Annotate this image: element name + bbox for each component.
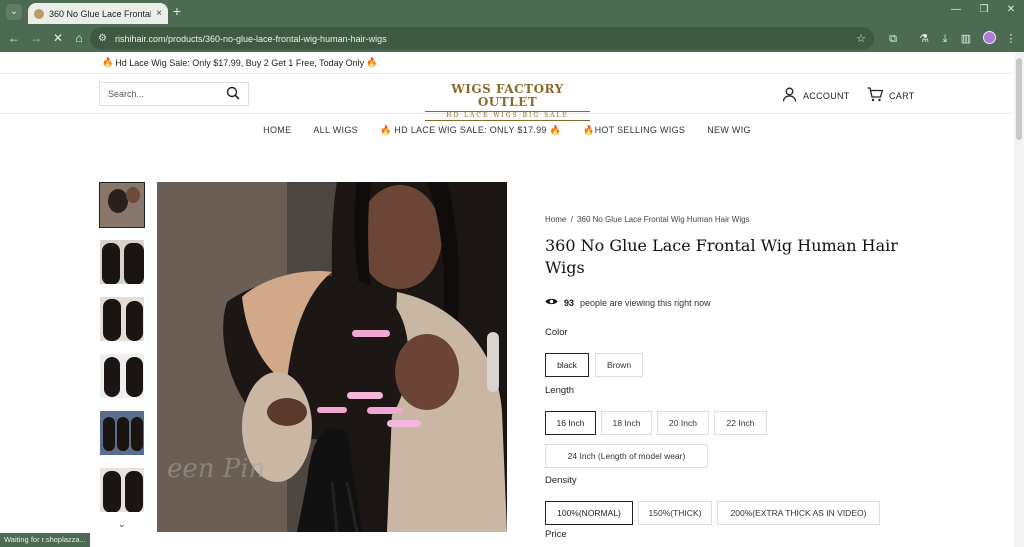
tab-title: 360 No Glue Lace Frontal Wig — [49, 8, 152, 19]
browser-tab-active[interactable]: 360 No Glue Lace Frontal Wig × — [28, 3, 168, 24]
site-favicon-icon — [34, 8, 44, 19]
announcement-text: Hd Lace Wig Sale: Only $17.99, Buy 2 Get… — [115, 57, 365, 68]
main-navigation: HOME ALL WIGS 🔥 HD LACE WIG SALE: ONLY $… — [0, 114, 1014, 146]
length-option-22[interactable]: 22 Inch — [714, 411, 767, 435]
color-option-black[interactable]: black — [545, 353, 589, 377]
viewers-text: people are viewing this right now — [580, 298, 711, 308]
cart-icon — [867, 87, 884, 105]
page-scrollbar-thumb[interactable] — [1016, 58, 1022, 140]
length-option-24[interactable]: 24 Inch (Length of model wear) — [545, 444, 708, 468]
color-label: Color — [545, 327, 568, 338]
home-icon[interactable]: ⌂ — [71, 30, 87, 46]
product-main-image[interactable]: een Pin — [157, 182, 507, 532]
flame-icon: 🔥 — [583, 124, 595, 135]
extension-icon[interactable]: ⧉ — [886, 32, 900, 46]
nav-item-home[interactable]: HOME — [263, 125, 291, 135]
back-icon[interactable]: ← — [6, 30, 22, 46]
length-label: Length — [545, 385, 575, 396]
lab-flask-icon[interactable]: ⚗ — [917, 32, 931, 46]
profile-avatar[interactable] — [983, 31, 996, 44]
viewers-counter: 93 people are viewing this right now — [545, 297, 711, 309]
nav-item-hd-lace-sale[interactable]: 🔥 HD LACE WIG SALE: ONLY $17.99 🔥 — [380, 125, 561, 136]
length-option-18[interactable]: 18 Inch — [601, 411, 652, 435]
product-title: 360 No Glue Lace Frontal Wig Human Hair … — [545, 236, 898, 277]
site-header: Search... WIGS FACTORY OUTLET HD LACE WI… — [0, 74, 1014, 121]
breadcrumb-separator: / — [570, 215, 573, 224]
browser-chrome: ⌄ 360 No Glue Lace Frontal Wig × + — ❐ ✕… — [0, 0, 1024, 52]
tab-strip: ⌄ 360 No Glue Lace Frontal Wig × + — ❐ ✕ — [0, 0, 1024, 24]
search-input[interactable]: Search... — [99, 82, 249, 106]
nav-item-all-wigs[interactable]: ALL WIGS — [313, 125, 358, 135]
sidepanel-icon[interactable]: ▥ — [959, 32, 973, 46]
browser-toolbar: ← → ✕ ⌂ ⚙ rishihair.com/products/360-no-… — [0, 25, 1024, 52]
tab-close-icon[interactable]: × — [156, 8, 162, 19]
url-text[interactable]: rishihair.com/products/360-no-glue-lace-… — [115, 34, 848, 44]
length-option-16[interactable]: 16 Inch — [545, 411, 596, 435]
flame-icon: 🔥 — [102, 57, 114, 67]
account-label: ACCOUNT — [803, 91, 850, 101]
maximize-icon[interactable]: ❐ — [977, 4, 991, 15]
logo-main-text: WIGS FACTORY OUTLET — [451, 82, 564, 109]
nav-item-new-wig[interactable]: NEW WIG — [707, 125, 751, 135]
menu-dots-icon[interactable]: ⋮ — [1004, 32, 1018, 46]
density-label: Density — [545, 475, 577, 486]
address-bar[interactable]: ⚙ rishihair.com/products/360-no-glue-lac… — [90, 27, 874, 50]
density-option-150[interactable]: 150%(THICK) — [638, 501, 712, 525]
close-window-icon[interactable]: ✕ — [1004, 4, 1018, 15]
announcement-bar[interactable]: 🔥 Hd Lace Wig Sale: Only $17.99, Buy 2 G… — [0, 52, 1014, 74]
new-tab-icon[interactable]: + — [170, 4, 184, 18]
site-info-icon[interactable]: ⚙ — [98, 33, 107, 44]
thumbnail-1[interactable] — [99, 182, 145, 228]
density-option-200[interactable]: 200%(EXTRA THICK AS IN VIDEO) — [717, 501, 880, 525]
download-icon[interactable]: ⤓ — [938, 32, 952, 46]
length-option-20[interactable]: 20 Inch — [657, 411, 709, 435]
breadcrumb-home[interactable]: Home — [545, 215, 566, 224]
nav-item-label: HD LACE WIG SALE: ONLY $17.99 — [394, 124, 547, 135]
nav-item-label: HOT SELLING WIGS — [594, 124, 686, 135]
cart-label: CART — [889, 91, 915, 101]
density-option-100[interactable]: 100%(NORMAL) — [545, 501, 633, 525]
thumbnail-5[interactable] — [99, 410, 145, 456]
image-watermark: een Pin — [167, 454, 265, 484]
eye-icon — [545, 297, 558, 309]
bookmark-star-icon[interactable]: ☆ — [856, 32, 866, 45]
product-photo: een Pin — [157, 182, 507, 532]
flame-icon: 🔥 — [549, 124, 562, 135]
minimize-icon[interactable]: — — [949, 4, 963, 15]
price-label: Price — [545, 529, 567, 540]
browser-status-bar: Waiting for r.shoplazza... — [0, 533, 90, 547]
search-icon[interactable] — [226, 86, 240, 103]
stop-icon[interactable]: ✕ — [50, 30, 66, 46]
thumbnail-4[interactable] — [99, 353, 145, 399]
flame-icon: 🔥 — [366, 57, 378, 67]
viewers-count: 93 — [564, 298, 575, 308]
search-placeholder: Search... — [108, 89, 145, 99]
thumbnail-6[interactable] — [99, 467, 145, 513]
thumbnails-scroll-down-icon[interactable]: ⌄ — [118, 519, 126, 530]
cart-link[interactable]: CART — [867, 87, 915, 105]
account-link[interactable]: ACCOUNT — [782, 87, 850, 105]
nav-item-hot-selling[interactable]: 🔥HOT SELLING WIGS — [583, 125, 685, 136]
webpage: 🔥 Hd Lace Wig Sale: Only $17.99, Buy 2 G… — [0, 52, 1014, 547]
thumbnail-2[interactable] — [99, 239, 145, 285]
breadcrumb-current: 360 No Glue Lace Frontal Wig Human Hair … — [577, 215, 750, 224]
color-option-brown[interactable]: Brown — [595, 353, 643, 377]
user-icon — [782, 87, 797, 105]
tab-search-icon[interactable]: ⌄ — [6, 4, 22, 20]
thumbnail-3[interactable] — [99, 296, 145, 342]
breadcrumb: Home / 360 No Glue Lace Frontal Wig Huma… — [545, 215, 750, 224]
forward-icon[interactable]: → — [28, 30, 44, 46]
flame-icon: 🔥 — [379, 124, 392, 135]
product-thumbnails — [99, 182, 146, 524]
